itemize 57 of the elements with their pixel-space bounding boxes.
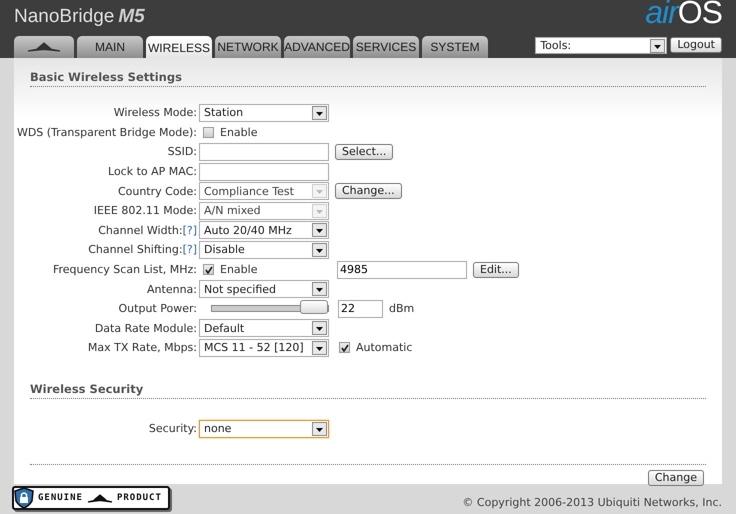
- field-label: Data Rate Module:: [94, 322, 197, 335]
- dropdown[interactable]: Default: [199, 319, 329, 338]
- input-field[interactable]: [199, 162, 329, 181]
- field-label: Output Power:: [118, 302, 197, 316]
- checkbox-label: Enable: [220, 126, 258, 139]
- dropdown[interactable]: Not specified: [199, 280, 329, 298]
- section-heading: Basic Wireless Settings: [30, 70, 706, 87]
- field-label: Max TX Rate, Mbps:: [88, 341, 197, 354]
- button[interactable]: Change...: [335, 183, 402, 200]
- field-label: Country Code:: [118, 184, 197, 198]
- input-field[interactable]: 4985: [337, 260, 467, 279]
- input-field[interactable]: 22: [338, 300, 383, 318]
- button[interactable]: Edit...: [473, 262, 519, 278]
- slider-thumb[interactable]: [300, 300, 328, 314]
- tab[interactable]: WIRELESS: [146, 36, 212, 59]
- help-link[interactable]: [?]: [182, 243, 197, 256]
- field-label: IEEE 802.11 Mode:: [94, 204, 197, 218]
- button[interactable]: Select...: [335, 144, 394, 160]
- change-button[interactable]: Change: [648, 470, 704, 486]
- checkbox[interactable]: [203, 264, 214, 276]
- checkbox[interactable]: [203, 126, 214, 138]
- field-label: Channel Shifting:: [88, 243, 183, 256]
- help-link[interactable]: [?]: [182, 224, 197, 237]
- tab[interactable]: SYSTEM: [422, 36, 488, 58]
- badge-text: GENUINE: [38, 493, 83, 503]
- tab[interactable]: NETWORK: [215, 36, 281, 58]
- dropdown[interactable]: MCS 11 - 52 [120]: [199, 338, 329, 357]
- field-label: SSID:: [168, 145, 197, 158]
- dropdown[interactable]: Auto 20/40 MHz: [199, 221, 329, 240]
- checkmark-icon: [340, 344, 348, 352]
- checkbox-label: Automatic: [356, 341, 412, 354]
- field-label: WDS (Transparent Bridge Mode):: [16, 126, 197, 139]
- badge-text: PRODUCT: [116, 493, 162, 503]
- field-label: Wireless Mode:: [114, 106, 197, 120]
- tab[interactable]: SERVICES: [353, 36, 419, 58]
- field-label: Antenna:: [147, 282, 197, 296]
- field-label: Frequency Scan List, MHz:: [52, 263, 197, 276]
- tab[interactable]: MAIN: [77, 36, 143, 58]
- checkbox-label: Enable: [220, 263, 258, 276]
- product-title: NanoBridge M5: [14, 6, 145, 28]
- dropdown[interactable]: none: [199, 420, 329, 438]
- unit-label: dBm: [389, 302, 414, 316]
- dropdown[interactable]: Station: [199, 104, 329, 122]
- field-label: Lock to AP MAC:: [108, 165, 197, 178]
- brand-logo: airOS: [645, 0, 722, 31]
- tools-dropdown[interactable]: Tools:: [535, 37, 668, 54]
- section-heading: Wireless Security: [30, 382, 706, 399]
- input-field[interactable]: [199, 142, 329, 161]
- copyright-text: © Copyright 2006-2013 Ubiquiti Networks, Inc.: [462, 496, 722, 508]
- field-label: Security:: [148, 422, 197, 436]
- logo-tab[interactable]: [14, 36, 74, 58]
- logout-button[interactable]: Logout: [670, 37, 722, 53]
- dropdown[interactable]: Disable: [199, 240, 329, 259]
- checkmark-icon: [204, 266, 212, 274]
- checkbox[interactable]: [339, 342, 350, 354]
- field-label: Channel Width:: [98, 224, 183, 237]
- tab[interactable]: ADVANCED: [284, 36, 350, 58]
